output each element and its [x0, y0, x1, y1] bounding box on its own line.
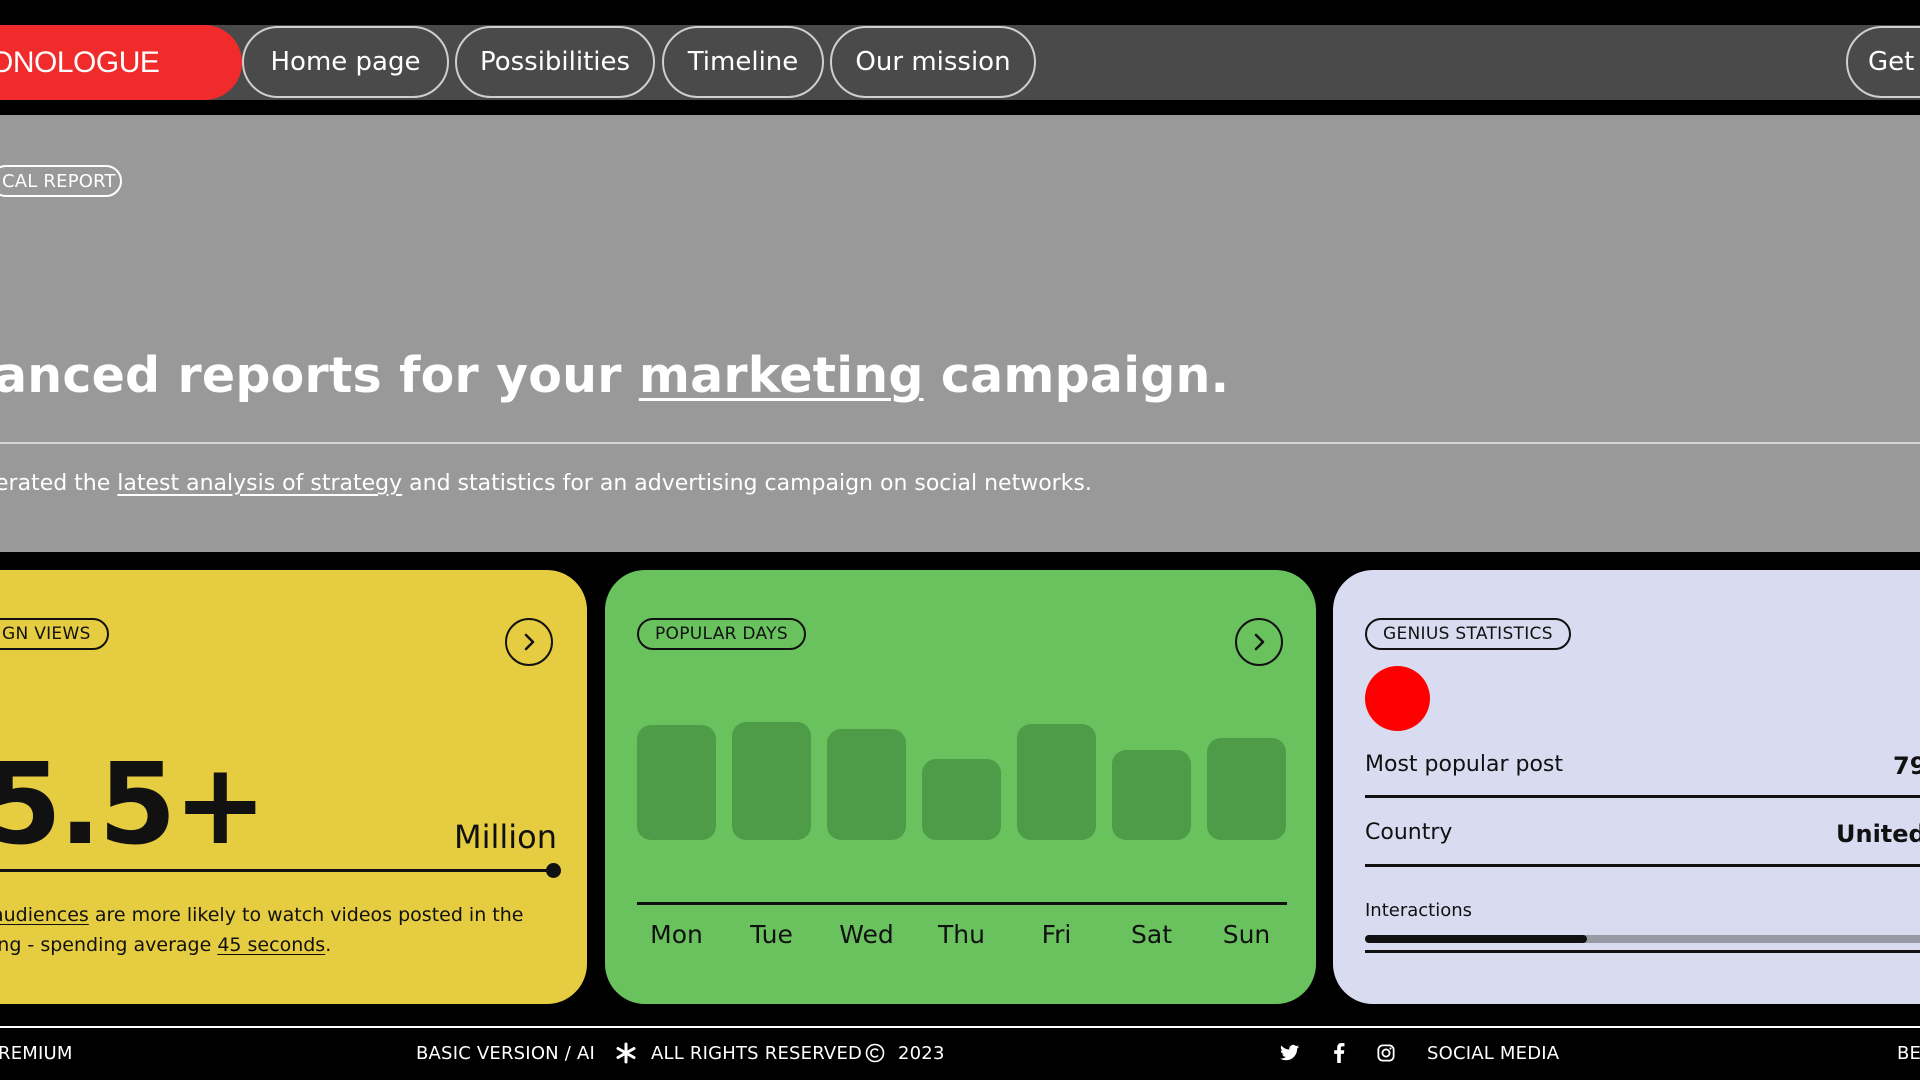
bar-tue [732, 722, 811, 840]
footer-rights: ALL RIGHTS RESERVED [651, 1043, 863, 1064]
footer-divider [0, 1026, 1920, 1028]
stats-row-divider [1365, 864, 1920, 867]
chevron-right-icon [524, 633, 535, 651]
campaign-views-tag: GN VIEWS [0, 618, 109, 650]
views-next-button[interactable] [505, 618, 553, 666]
bar-sat [1112, 750, 1191, 840]
footer-basic-version[interactable]: BASIC VERSION / AI [416, 1043, 595, 1064]
copyright-icon [862, 1040, 888, 1066]
subline-text-start: erated the [0, 471, 118, 496]
facebook-icon[interactable] [1326, 1040, 1352, 1066]
stats-row-divider [1365, 795, 1920, 798]
brand-logo[interactable]: ONOLOGUE [0, 25, 242, 100]
day-label-sat: Sat [1131, 920, 1172, 949]
views-divider [0, 869, 554, 872]
views-line2-end: . [325, 934, 332, 956]
bar-thu [922, 758, 1001, 840]
footer-premium[interactable]: REMIUM [0, 1043, 73, 1064]
day-label-tue: Tue [750, 920, 793, 949]
bar-sun [1207, 737, 1286, 840]
marketing-link[interactable]: marketing [639, 347, 924, 404]
country-label: Country [1365, 820, 1453, 845]
nav-timeline[interactable]: Timeline [662, 26, 824, 98]
footer-social-media[interactable]: SOCIAL MEDIA [1427, 1043, 1559, 1064]
hero-headline: anced reports for your marketing campaig… [0, 347, 1229, 404]
popular-days-tag: POPULAR DAYS [637, 618, 806, 650]
nav-possibilities[interactable]: Possibilities [455, 26, 655, 98]
popular-days-chart [637, 700, 1287, 870]
instagram-icon[interactable] [1373, 1040, 1399, 1066]
seconds-link[interactable]: 45 seconds [217, 934, 325, 956]
campaign-views-card: GN VIEWS 5.5+ Million audiences are more… [0, 570, 587, 1004]
hero-section: CAL REPORT anced reports for your market… [0, 115, 1920, 552]
day-label-wed: Wed [839, 920, 894, 949]
headline-text-end: campaign. [923, 347, 1230, 404]
hero-divider [0, 442, 1920, 444]
strategy-analysis-link[interactable]: latest analysis of strategy [117, 471, 402, 496]
bar-fri [1017, 723, 1096, 840]
interactions-progress-fill [1365, 935, 1587, 943]
genius-statistics-card: GENIUS STATISTICS Most popular post 79 C… [1333, 570, 1920, 1004]
hero-subline: erated the latest analysis of strategy a… [0, 471, 1092, 496]
country-value: United [1836, 820, 1920, 848]
chevron-right-icon [1254, 633, 1265, 651]
brand-name: ONOLOGUE [0, 45, 160, 79]
interactions-progress-track [1365, 935, 1920, 943]
asterisk-icon [613, 1040, 639, 1066]
most-popular-post-value: 79 [1893, 752, 1920, 780]
subline-text-end: and statistics for an advertising campai… [402, 471, 1092, 496]
views-line1-rest: are more likely to watch videos posted i… [88, 904, 524, 926]
top-navigation: ONOLOGUE Home page Possibilities Timelin… [0, 25, 1920, 100]
views-description: audiences are more likely to watch video… [0, 900, 523, 960]
views-divider-dot [546, 863, 561, 878]
day-label-fri: Fri [1041, 920, 1072, 949]
footer-year: 2023 [898, 1043, 945, 1064]
views-value: 5.5+ [0, 740, 267, 870]
most-popular-post-label: Most popular post [1365, 752, 1563, 777]
audiences-link[interactable]: audiences [0, 904, 89, 926]
footer-right-link[interactable]: BE [1897, 1043, 1920, 1064]
bar-wed [827, 729, 906, 840]
get-started-button[interactable]: Get [1846, 26, 1920, 98]
nav-home-page[interactable]: Home page [242, 26, 449, 98]
status-indicator-dot [1365, 666, 1430, 731]
day-label-mon: Mon [650, 920, 703, 949]
day-label-sun: Sun [1222, 920, 1271, 949]
interactions-label: Interactions [1365, 900, 1473, 921]
report-tag: CAL REPORT [0, 165, 122, 197]
genius-statistics-tag: GENIUS STATISTICS [1365, 618, 1571, 650]
views-unit: Million [453, 818, 557, 856]
bar-mon [637, 725, 716, 840]
headline-text-start: anced reports for your [0, 347, 639, 404]
popular-days-card: POPULAR DAYS Mon Tue Wed Thu Fri Sat Sun [605, 570, 1316, 1004]
days-next-button[interactable] [1235, 618, 1283, 666]
nav-our-mission[interactable]: Our mission [830, 26, 1036, 98]
twitter-icon[interactable] [1277, 1040, 1303, 1066]
day-label-thu: Thu [938, 920, 985, 949]
chart-baseline [637, 902, 1287, 905]
views-line2-start: ing - spending average [0, 934, 218, 956]
interactions-divider [1365, 950, 1920, 953]
